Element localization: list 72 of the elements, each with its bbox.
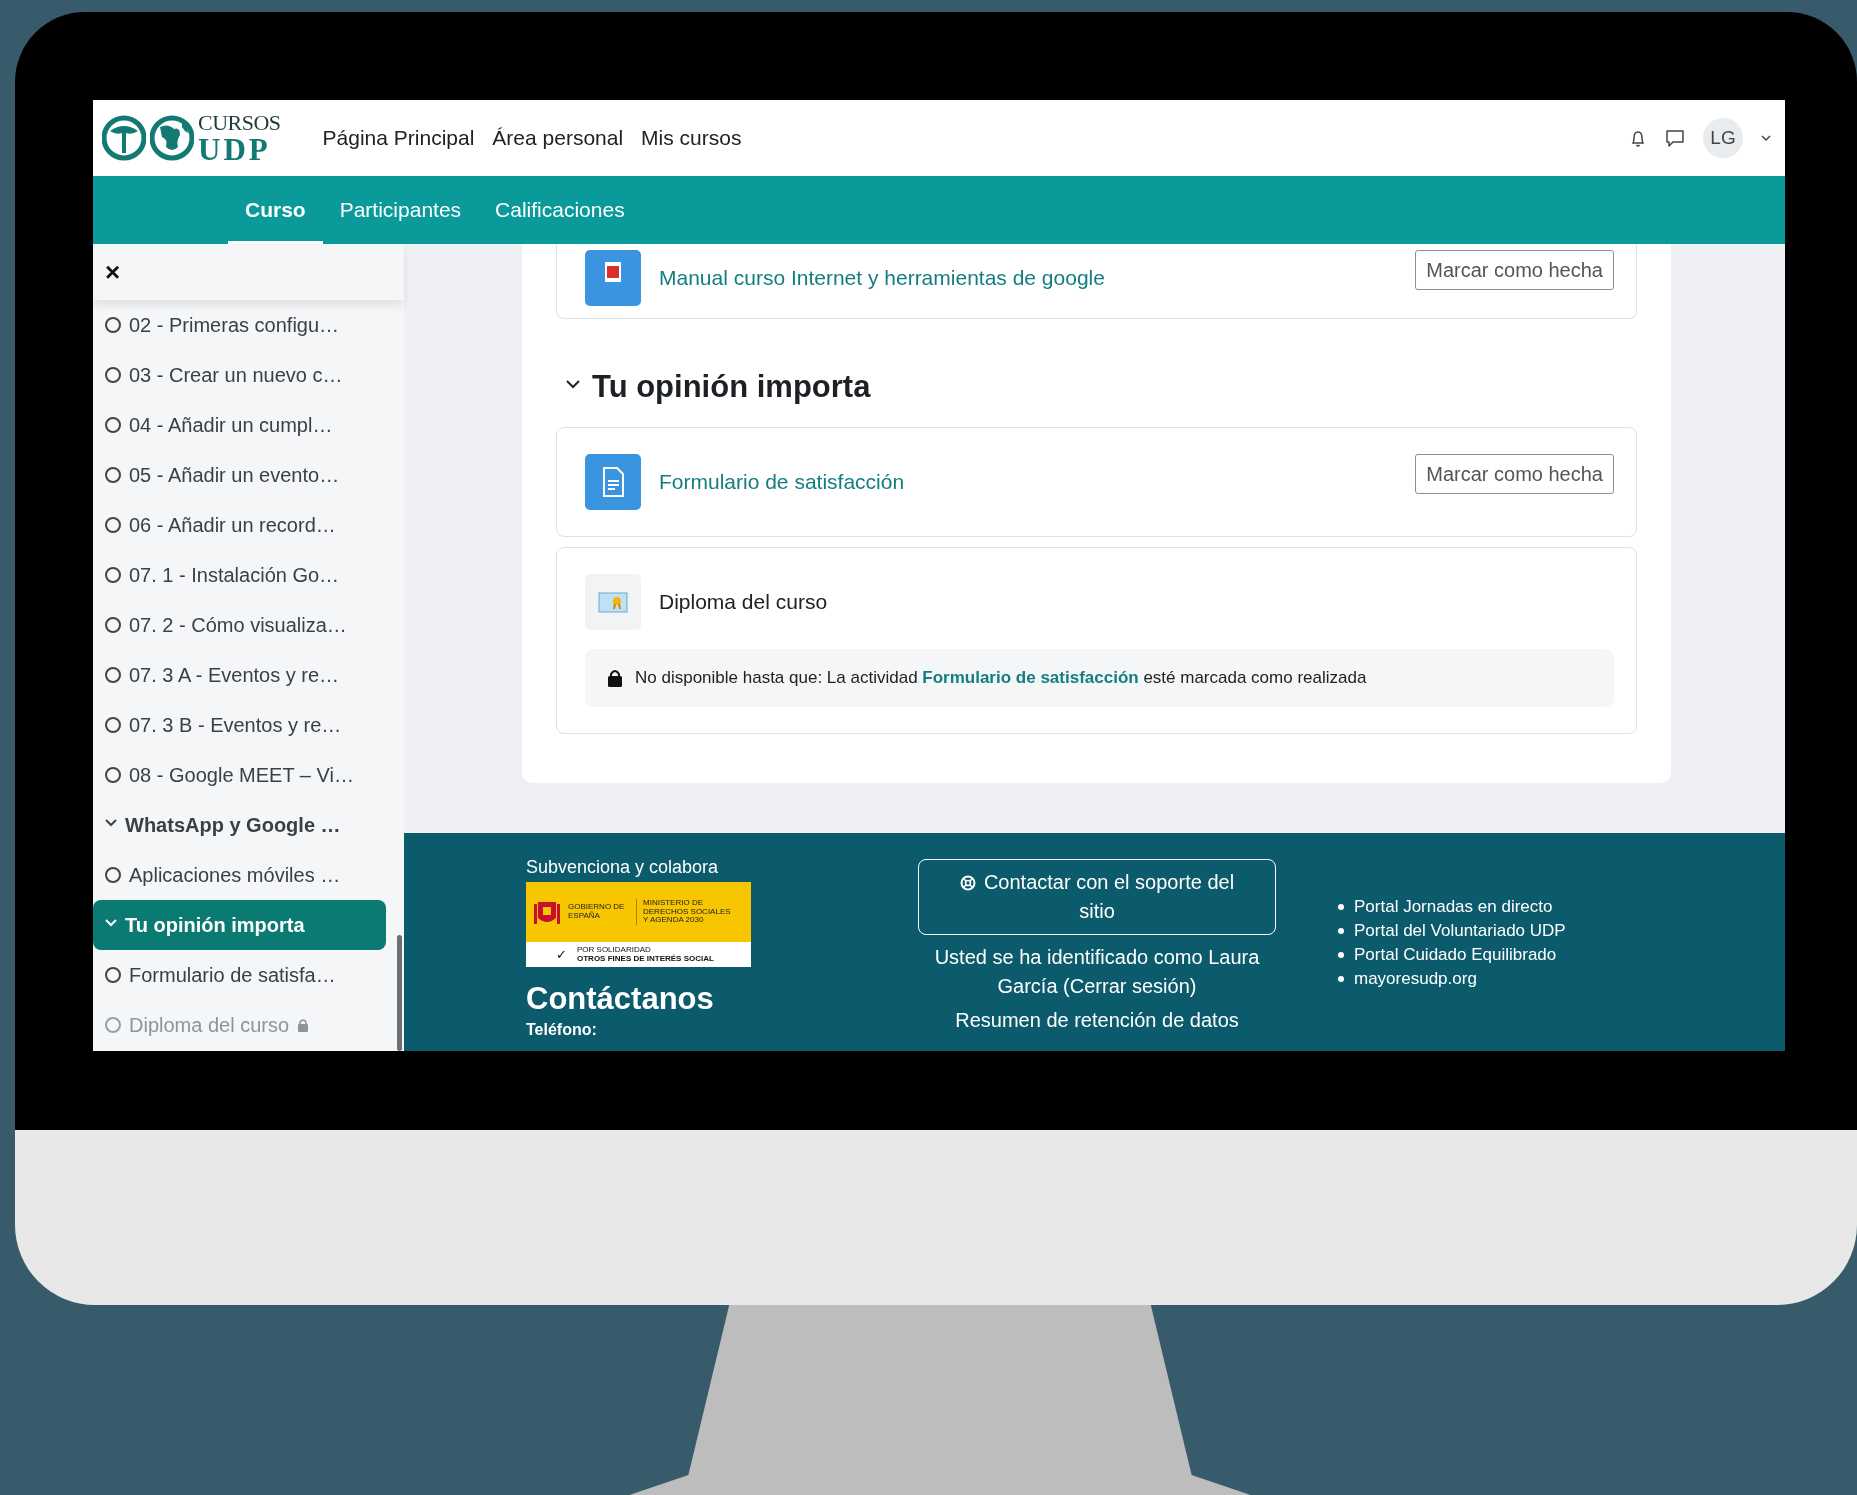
globe-icon <box>150 113 194 163</box>
circle-icon <box>105 367 121 383</box>
circle-icon <box>105 567 121 583</box>
activity-item[interactable]: 04 - Añadir un cumpl… <box>93 400 386 450</box>
bullet-icon <box>1338 976 1344 982</box>
mark-done-button[interactable]: Marcar como hecha <box>1415 250 1614 290</box>
activity-item[interactable]: 08 - Google MEET – Vi… <box>93 750 386 800</box>
logo-text: CURSOS <box>198 111 281 134</box>
footer-link[interactable]: Portal Jornadas en directo <box>1354 897 1553 917</box>
mark-done-button[interactable]: Marcar como hecha <box>1415 454 1614 494</box>
circle-icon <box>105 317 121 333</box>
activity-item[interactable]: 07. 3 B - Eventos y re… <box>93 700 386 750</box>
activity-item[interactable]: Formulario de satisfa… <box>93 950 386 1000</box>
footer-label: Subvenciona y colabora <box>526 857 720 878</box>
circle-icon <box>105 467 121 483</box>
logo-text: MINISTERIO DE DERECHOS SOCIALES Y AGENDA 2030 <box>636 898 733 926</box>
document-icon <box>585 454 641 510</box>
section-heading: Tu opinión importa <box>592 369 871 405</box>
bullet-icon <box>1338 952 1344 958</box>
activity-item[interactable]: 03 - Crear un nuevo c… <box>93 350 386 400</box>
circle-icon <box>105 617 121 633</box>
activity-item[interactable]: 05 - Añadir un evento… <box>93 450 386 500</box>
circle-icon <box>105 767 121 783</box>
circle-icon <box>105 1017 121 1033</box>
certificate-icon <box>585 574 641 630</box>
login-info: Usted se ha identificado como Laura García (Cerrar sesión) <box>933 945 1261 999</box>
logo-text: OTROS FINES DE INTERÉS SOCIAL <box>577 954 714 963</box>
circle-icon <box>105 967 121 983</box>
activity-item[interactable]: 07. 1 - Instalación Go… <box>93 550 386 600</box>
activity-item[interactable]: 07. 3 A - Eventos y re… <box>93 650 386 700</box>
section-item[interactable]: Tu opinión importa <box>93 900 386 950</box>
activity-item[interactable]: 07. 2 - Cómo visualiza… <box>93 600 386 650</box>
restriction-text: No disponible hasta que: La actividad Formulario de satisfacción esté marcada como realizada <box>635 668 1367 688</box>
logo-text: UDP <box>198 133 272 165</box>
footer-heading: Contáctanos <box>526 981 715 1017</box>
user-avatar[interactable]: LG <box>1703 118 1743 158</box>
tree-globe-icon <box>102 113 146 163</box>
activity-item[interactable]: 06 - Añadir un record… <box>93 500 386 550</box>
scrollbar[interactable] <box>397 935 402 1051</box>
lock-icon <box>297 1018 310 1032</box>
activity-item[interactable]: 02 - Primeras configu… <box>93 300 386 350</box>
check-icon: ✓ <box>556 947 567 962</box>
nav-link[interactable]: Mis cursos <box>641 126 742 150</box>
support-button[interactable]: Contactar con el soporte del sitio <box>918 859 1276 935</box>
activity-title: Diploma del curso <box>659 590 828 614</box>
pdf-icon <box>585 250 641 306</box>
nav-link[interactable]: Área personal <box>492 126 624 150</box>
activity-item[interactable]: Aplicaciones móviles … <box>93 850 386 900</box>
chat-icon[interactable] <box>1665 128 1685 148</box>
caret-icon[interactable] <box>1761 134 1771 142</box>
life-ring-icon <box>959 875 976 891</box>
circle-icon <box>105 417 121 433</box>
footer-link[interactable]: Portal del Voluntariado UDP <box>1354 921 1566 941</box>
data-retention-link[interactable]: Resumen de retención de datos <box>955 1009 1239 1032</box>
circle-icon <box>105 867 121 883</box>
circle-icon <box>105 517 121 533</box>
circle-icon <box>105 717 121 733</box>
logo-text: GOBIERNO DE ESPAÑA <box>568 903 626 921</box>
nav-link[interactable]: Página Principal <box>322 126 475 150</box>
footer-link[interactable]: Portal Cuidado Equilibrado <box>1354 945 1557 965</box>
circle-icon <box>105 667 121 683</box>
bullet-icon <box>1338 928 1344 934</box>
activity-link[interactable]: Manual curso Internet y herramientas de google <box>659 266 1105 290</box>
activity-link[interactable]: Formulario de satisfacción <box>659 470 905 494</box>
lock-icon <box>607 669 623 687</box>
footer-label: Teléfono: <box>526 1021 598 1039</box>
bell-icon[interactable] <box>1629 128 1647 148</box>
close-button[interactable]: × <box>105 256 121 288</box>
logo-text: POR SOLIDARIDAD <box>577 946 651 955</box>
bullet-icon <box>1338 904 1344 910</box>
footer-link[interactable]: mayoresudp.org <box>1354 969 1477 989</box>
section-item[interactable]: WhatsApp y Google … <box>93 800 386 850</box>
